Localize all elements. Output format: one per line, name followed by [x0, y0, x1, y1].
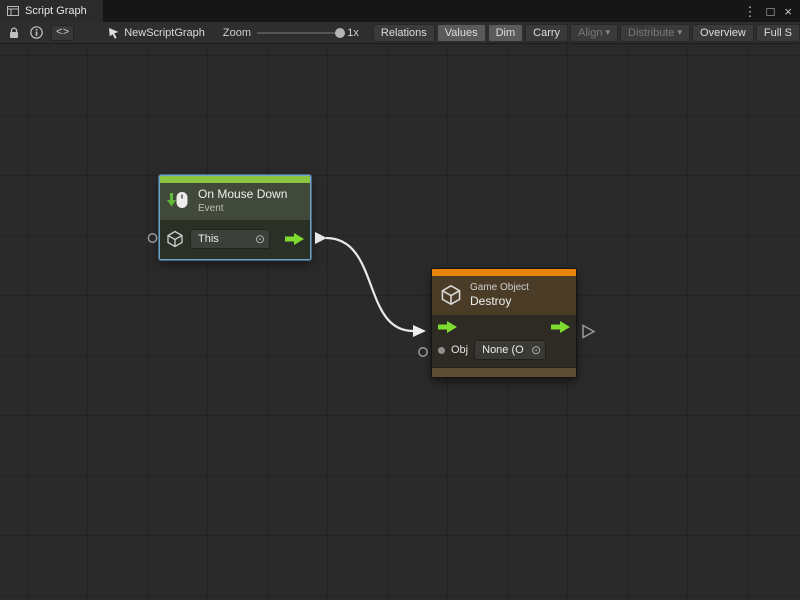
object-accent-strip: [432, 269, 576, 276]
control-output-arrow-icon[interactable]: [551, 321, 570, 333]
node-header: Game Object Destroy: [432, 276, 576, 315]
tab-title: Script Graph: [25, 5, 87, 17]
title-bar: Script Graph ⋮ □ ×: [0, 0, 800, 22]
kebab-menu-icon[interactable]: ⋮: [744, 5, 757, 18]
cube-icon: [440, 284, 462, 306]
obj-field[interactable]: None (O ⊙: [474, 340, 546, 360]
value-port-dot[interactable]: [438, 347, 445, 354]
chevron-down-icon: ▾: [678, 27, 683, 38]
zoom-label: Zoom: [223, 27, 251, 39]
zoom-slider-track: [257, 32, 341, 34]
control-input-arrow-icon[interactable]: [438, 321, 457, 333]
info-icon[interactable]: [27, 26, 46, 39]
object-picker-icon[interactable]: ⊙: [255, 233, 265, 245]
distribute-button[interactable]: Distribute▾: [620, 24, 690, 42]
code-view-icon[interactable]: <>: [51, 25, 74, 41]
node-category: Game Object: [470, 282, 529, 294]
connection-wire[interactable]: [326, 238, 413, 331]
node-title: Destroy: [470, 295, 529, 309]
node-title: On Mouse Down: [198, 188, 287, 202]
node-body: Obj None (O ⊙: [432, 315, 576, 367]
target-input-port[interactable]: [148, 234, 156, 242]
graph-name[interactable]: NewScriptGraph: [124, 27, 205, 39]
node-body: This ⊙: [160, 220, 310, 259]
chevron-down-icon: ▾: [606, 27, 611, 38]
carry-button[interactable]: Carry: [525, 24, 568, 42]
dim-button[interactable]: Dim: [488, 24, 524, 42]
overview-button[interactable]: Overview: [692, 24, 754, 42]
node-footer-strip: [432, 367, 576, 377]
control-output-arrow-icon[interactable]: [285, 233, 304, 245]
graph-canvas[interactable]: On Mouse Down Event This ⊙: [0, 44, 800, 600]
mouse-down-event-icon: [166, 189, 190, 213]
values-button[interactable]: Values: [437, 24, 486, 42]
target-field[interactable]: This ⊙: [190, 229, 270, 249]
graph-toolbar: <> NewScriptGraph Zoom 1x Relations Valu…: [0, 22, 800, 44]
obj-input-port[interactable]: [419, 348, 427, 356]
cube-icon: [166, 230, 184, 248]
relations-button[interactable]: Relations: [373, 24, 435, 42]
close-icon[interactable]: ×: [784, 5, 792, 18]
node-subtitle: Event: [198, 203, 287, 215]
node-destroy[interactable]: Game Object Destroy: [431, 268, 577, 378]
node-on-mouse-down[interactable]: On Mouse Down Event This ⊙: [159, 175, 311, 260]
obj-field-value: None (O: [482, 344, 524, 356]
maximize-icon[interactable]: □: [767, 5, 775, 18]
control-output-port[interactable]: [583, 326, 594, 338]
connections-overlay: [0, 44, 800, 600]
tab-script-graph[interactable]: Script Graph: [0, 0, 103, 22]
toolbar-buttons: Relations Values Dim Carry Align▾ Distri…: [373, 24, 800, 42]
script-graph-window: Script Graph ⋮ □ × <> N: [0, 0, 800, 600]
obj-label: Obj: [451, 344, 468, 356]
zoom-value: 1x: [347, 27, 359, 39]
window-controls: ⋮ □ ×: [744, 0, 800, 22]
graph-pointer-icon: [108, 27, 120, 39]
fullscreen-button[interactable]: Full S: [756, 24, 800, 42]
window-icon: [7, 6, 19, 16]
object-picker-icon[interactable]: ⊙: [531, 344, 541, 356]
lock-icon[interactable]: [6, 27, 22, 39]
node-header: On Mouse Down Event: [160, 183, 310, 220]
target-field-value: This: [198, 233, 219, 245]
control-output-port-connected[interactable]: [315, 232, 327, 244]
zoom-slider-knob[interactable]: [335, 28, 345, 38]
event-accent-strip: [160, 176, 310, 183]
connection-arrowhead: [413, 325, 426, 337]
zoom-slider[interactable]: [257, 27, 341, 39]
align-button[interactable]: Align▾: [570, 24, 618, 42]
